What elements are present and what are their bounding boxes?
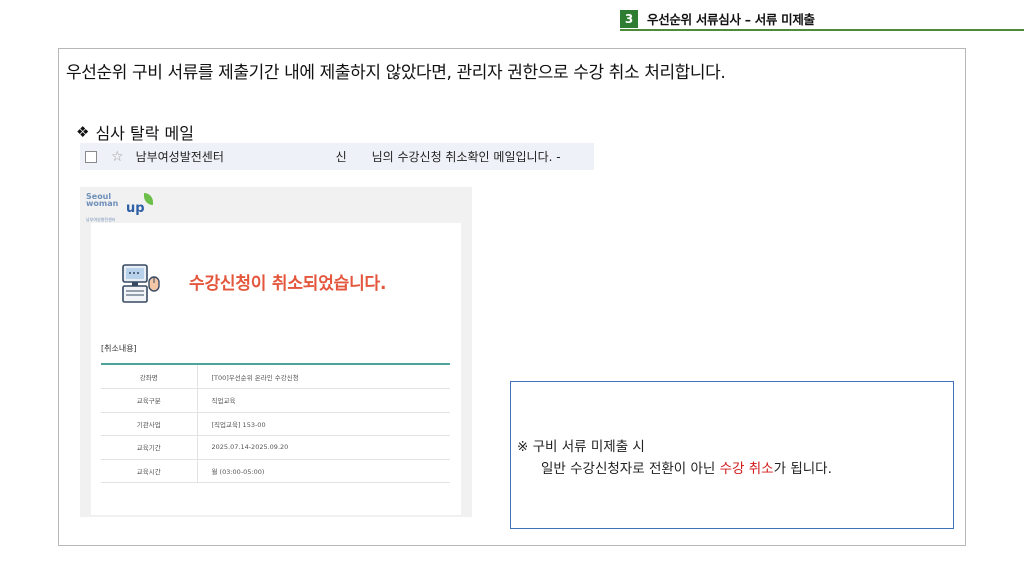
table-row: 교육구분 직업교육 <box>101 388 450 413</box>
star-icon[interactable]: ☆ <box>111 149 124 165</box>
email-preview: Seoul woman up 남부여성발전센터 수강신청이 취소되었습니다. [… <box>80 187 472 517</box>
mail-subject[interactable]: 님의 수강신청 취소확인 메일입니다. - <box>372 148 561 165</box>
mail-select-checkbox[interactable] <box>85 150 97 163</box>
notice-line-2: 일반 수강신청자로 전환이 아닌 수강 취소가 됩니다. <box>541 461 832 477</box>
seoul-woman-up-logo: Seoul woman up 남부여성발전센터 <box>86 193 166 223</box>
table-row: 교육기간 2025.07.14-2025.09.20 <box>101 435 450 460</box>
step-header: 3 우선순위 서류심사 – 서류 미제출 <box>620 9 815 28</box>
table-row: 교육시간 월 (03:00-05:00) <box>101 459 450 483</box>
cancel-details-table: 강좌명 [T00]우선순위 온라인 수강신청 교육구분 직업교육 기관사업 [직… <box>101 365 450 483</box>
step-number-badge: 3 <box>620 9 638 28</box>
notice-line-1: ※ 구비 서류 미제출 시 <box>517 439 645 455</box>
header-divider <box>620 29 1024 31</box>
mail-section-title: 심사 탈락 메일 <box>95 124 194 143</box>
step-title: 우선순위 서류심사 – 서류 미제출 <box>647 12 815 27</box>
inbox-mail-row[interactable]: ☆ 남부여성발전센터 신 님의 수강신청 취소확인 메일입니다. - <box>80 143 594 170</box>
mail-recipient-name: 신 <box>335 150 347 164</box>
email-body: 수강신청이 취소되었습니다. [취소내용] 강좌명 [T00]우선순위 온라인 … <box>91 223 461 515</box>
cancel-details-label: [취소내용] <box>101 344 137 353</box>
mail-sender: 남부여성발전센터 <box>135 150 224 164</box>
intro-text: 우선순위 구비 서류를 제출기간 내에 제출하지 않았다면, 관리자 권한으로 … <box>66 63 726 83</box>
notice-box: ※ 구비 서류 미제출 시 일반 수강신청자로 전환이 아닌 수강 취소가 됩니… <box>510 381 954 529</box>
table-row: 기관사업 [직업교육] 153-00 <box>101 412 450 436</box>
mail-section-heading: ❖ 심사 탈락 메일 <box>76 120 194 144</box>
diamond-bullet-icon: ❖ <box>76 123 90 141</box>
highlight-text: 수강 취소 <box>719 461 774 477</box>
computer-icon <box>122 264 160 303</box>
table-row: 강좌명 [T00]우선순위 온라인 수강신청 <box>101 365 450 389</box>
cancellation-message: 수강신청이 취소되었습니다. <box>189 274 387 294</box>
